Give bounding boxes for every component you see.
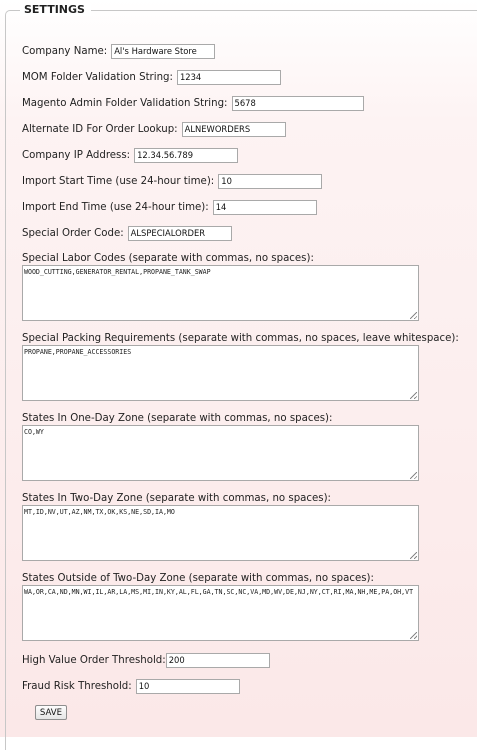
import-start-row: Import Start Time (use 24-hour time): 10 (22, 173, 323, 189)
company-name-label: Company Name: (22, 45, 108, 57)
special-order-input[interactable]: ALSPECIALORDER (127, 225, 232, 241)
resize-grip-icon[interactable] (410, 392, 417, 399)
outside-two-day-text: WA,OR,CA,ND,MN,WI,IL,AR,LA,MS,MI,IN,KY,A… (24, 588, 414, 596)
resize-grip-icon[interactable] (410, 552, 417, 559)
alternate-id-label: Alternate ID For Order Lookup: (22, 123, 178, 135)
company-ip-input[interactable]: 12.34.56.789 (134, 147, 239, 163)
outside-two-day-label: States Outside of Two-Day Zone (separate… (22, 573, 374, 584)
outside-two-day-textarea[interactable]: WA,OR,CA,ND,MN,WI,IL,AR,LA,MS,MI,IN,KY,A… (22, 585, 419, 641)
resize-grip-icon[interactable] (410, 312, 417, 319)
high-value-input[interactable]: 200 (165, 652, 270, 668)
magento-folder-label: Magento Admin Folder Validation String: (22, 97, 228, 109)
one-day-zone-textarea[interactable]: CO,WY (22, 425, 419, 481)
two-day-zone-textarea[interactable]: MT,ID,NV,UT,AZ,NM,TX,OK,KS,NE,SD,IA,MO (22, 505, 419, 561)
magento-folder-input[interactable]: 5678 (231, 95, 364, 111)
import-end-input[interactable]: 14 (212, 199, 317, 215)
import-start-label: Import Start Time (use 24-hour time): (22, 175, 215, 187)
special-order-label: Special Order Code: (22, 227, 124, 239)
resize-grip-icon[interactable] (410, 632, 417, 639)
special-labor-textarea[interactable]: WOOD_CUTTING,GENERATOR_RENTAL,PROPANE_TA… (22, 265, 419, 321)
special-packing-text: PROPANE,PROPANE_ACCESSORIES (24, 348, 132, 356)
fraud-risk-row: Fraud Risk Threshold: 10 (22, 678, 240, 694)
high-value-row: High Value Order Threshold: 200 (22, 652, 270, 668)
mom-folder-label: MOM Folder Validation String: (22, 71, 173, 83)
resize-grip-icon[interactable] (410, 472, 417, 479)
company-ip-label: Company IP Address: (22, 149, 131, 161)
special-order-row: Special Order Code: ALSPECIALORDER (22, 225, 232, 241)
mom-folder-input[interactable]: 1234 (176, 69, 281, 85)
one-day-zone-text: CO,WY (24, 428, 44, 436)
import-end-row: Import End Time (use 24-hour time): 14 (22, 199, 317, 215)
alternate-id-input[interactable]: ALNEWORDERS (181, 121, 286, 137)
special-packing-textarea[interactable]: PROPANE,PROPANE_ACCESSORIES (22, 345, 419, 401)
company-name-input[interactable]: Al's Hardware Store (111, 43, 216, 59)
mom-folder-row: MOM Folder Validation String: 1234 (22, 69, 281, 85)
special-labor-label: Special Labor Codes (separate with comma… (22, 253, 314, 264)
one-day-zone-label: States In One-Day Zone (separate with co… (22, 413, 333, 424)
alternate-id-row: Alternate ID For Order Lookup: ALNEWORDE… (22, 121, 286, 137)
company-name-row: Company Name: Al's Hardware Store (22, 43, 216, 59)
import-start-input[interactable]: 10 (218, 173, 323, 189)
high-value-label: High Value Order Threshold: (22, 654, 166, 666)
save-button[interactable]: SAVE (35, 705, 67, 720)
two-day-zone-label: States In Two-Day Zone (separate with co… (22, 493, 331, 504)
special-labor-text: WOOD_CUTTING,GENERATOR_RENTAL,PROPANE_TA… (24, 268, 211, 276)
import-end-label: Import End Time (use 24-hour time): (22, 201, 209, 213)
magento-folder-row: Magento Admin Folder Validation String: … (22, 95, 364, 111)
fraud-risk-input[interactable]: 10 (135, 678, 240, 694)
company-ip-row: Company IP Address: 12.34.56.789 (22, 147, 239, 163)
two-day-zone-text: MT,ID,NV,UT,AZ,NM,TX,OK,KS,NE,SD,IA,MO (24, 508, 175, 516)
fraud-risk-label: Fraud Risk Threshold: (22, 680, 132, 692)
special-packing-label: Special Packing Requirements (separate w… (22, 333, 459, 344)
settings-legend: SETTINGS (20, 3, 91, 16)
